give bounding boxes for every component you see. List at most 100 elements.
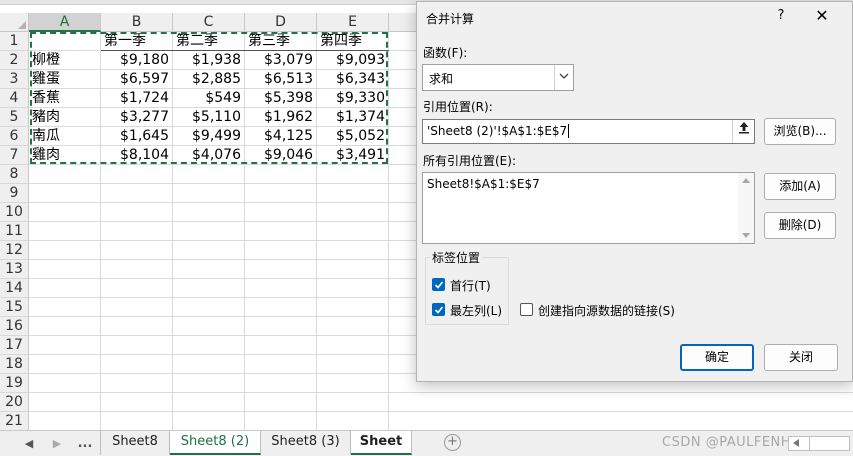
tab-sheet8[interactable]: Sheet8 xyxy=(100,431,170,455)
row-header[interactable]: 14 xyxy=(0,279,29,298)
left-column-label[interactable]: 最左列(L) xyxy=(450,302,502,319)
cell-c7[interactable]: $4,076 xyxy=(173,146,245,165)
cell-d7[interactable]: $9,046 xyxy=(245,146,317,165)
row-header[interactable]: 11 xyxy=(0,222,29,241)
cell-c6[interactable]: $9,499 xyxy=(173,127,245,146)
cell-d4[interactable]: $5,398 xyxy=(245,89,317,108)
next-sheet-icon[interactable]: ▶ xyxy=(50,434,64,454)
browse-button[interactable]: 浏览(B)... xyxy=(764,118,836,145)
cell-b2[interactable]: $9,180 xyxy=(101,51,173,70)
row-header[interactable]: 16 xyxy=(0,317,29,336)
row-header[interactable]: 21 xyxy=(0,412,29,430)
row-header[interactable]: 7 xyxy=(0,146,29,165)
cell-d5[interactable]: $1,962 xyxy=(245,108,317,127)
prev-sheet-icon[interactable]: ◀ xyxy=(22,434,36,454)
consolidate-dialog: 合并计算 ? ✕ 函数(F): 求和 引用位置(R): 'Sheet8 (2)'… xyxy=(416,1,853,382)
cell-b7[interactable]: $8,104 xyxy=(101,146,173,165)
row-header[interactable]: 5 xyxy=(0,108,29,127)
row-header[interactable]: 20 xyxy=(0,393,29,412)
row-header[interactable]: 6 xyxy=(0,127,29,146)
scroll-down-icon[interactable] xyxy=(742,233,750,238)
cell-e5[interactable]: $1,374 xyxy=(317,108,389,127)
close-icon[interactable]: ✕ xyxy=(813,6,831,25)
tab-sheet8-2[interactable]: Sheet8 (2) xyxy=(170,431,261,455)
link-source-checkbox[interactable] xyxy=(520,303,533,316)
cell-e6[interactable]: $5,052 xyxy=(317,127,389,146)
cell-a3[interactable]: 雞蛋 xyxy=(29,70,101,89)
add-sheet-icon[interactable]: + xyxy=(444,434,461,451)
tab-sheet8-3[interactable]: Sheet8 (3) xyxy=(261,431,351,455)
more-sheets-button[interactable]: ... xyxy=(76,434,94,454)
column-header-d[interactable]: D xyxy=(245,13,317,32)
cell-e1[interactable]: 第四季 xyxy=(317,32,389,51)
help-button[interactable]: ? xyxy=(773,8,789,23)
close-button[interactable]: 关闭 xyxy=(764,344,838,371)
row-header[interactable]: 8 xyxy=(0,165,29,184)
reference-input-value: 'Sheet8 (2)'!$A$1:$E$7 xyxy=(427,124,570,138)
top-row-label[interactable]: 首行(T) xyxy=(450,277,491,294)
scroll-up-icon[interactable] xyxy=(742,178,750,183)
row-header[interactable]: 4 xyxy=(0,89,29,108)
reference-input[interactable]: 'Sheet8 (2)'!$A$1:$E$7 xyxy=(422,119,755,144)
list-scrollbar[interactable] xyxy=(738,173,754,243)
cell-e2[interactable]: $9,093 xyxy=(317,51,389,70)
cell-a7[interactable]: 雞肉 xyxy=(29,146,101,165)
cell-e7[interactable]: $3,491 xyxy=(317,146,389,165)
row-header[interactable]: 17 xyxy=(0,336,29,355)
cell-b4[interactable]: $1,724 xyxy=(101,89,173,108)
chevron-down-icon[interactable] xyxy=(554,65,573,90)
scroll-left-icon[interactable] xyxy=(793,439,799,447)
gridline xyxy=(29,392,853,393)
column-header-a[interactable]: A xyxy=(29,13,101,32)
row-header[interactable]: 2 xyxy=(0,51,29,70)
cell-e4[interactable]: $9,330 xyxy=(317,89,389,108)
cell-c3[interactable]: $2,885 xyxy=(173,70,245,89)
column-header-c[interactable]: C xyxy=(173,13,245,32)
all-references-list[interactable]: Sheet8!$A$1:$E$7 xyxy=(422,172,755,244)
horizontal-scrollbar[interactable] xyxy=(788,436,850,451)
ok-button[interactable]: 确定 xyxy=(680,344,754,371)
collapse-dialog-icon[interactable] xyxy=(732,120,754,143)
watermark-text: CSDN @PAULFENHUI xyxy=(662,435,806,450)
row-header[interactable]: 13 xyxy=(0,260,29,279)
row-header[interactable]: 1 xyxy=(0,32,29,51)
cell-d3[interactable]: $6,513 xyxy=(245,70,317,89)
cell-c5[interactable]: $5,110 xyxy=(173,108,245,127)
cell-a6[interactable]: 南瓜 xyxy=(29,127,101,146)
list-item[interactable]: Sheet8!$A$1:$E$7 xyxy=(427,177,540,191)
cell-c1[interactable]: 第二季 xyxy=(173,32,245,51)
row-header[interactable]: 9 xyxy=(0,184,29,203)
link-source-label[interactable]: 创建指向源数据的链接(S) xyxy=(538,302,675,319)
row-header[interactable]: 18 xyxy=(0,355,29,374)
cell-c2[interactable]: $1,938 xyxy=(173,51,245,70)
cell-d2[interactable]: $3,079 xyxy=(245,51,317,70)
row-header[interactable]: 15 xyxy=(0,298,29,317)
row-header[interactable]: 10 xyxy=(0,203,29,222)
row-header[interactable]: 19 xyxy=(0,374,29,393)
column-header-b[interactable]: B xyxy=(101,13,173,32)
tab-sheet[interactable]: Sheet xyxy=(351,431,412,455)
cell-b5[interactable]: $3,277 xyxy=(101,108,173,127)
function-select-value: 求和 xyxy=(429,72,454,86)
cell-e3[interactable]: $6,343 xyxy=(317,70,389,89)
cell-a5[interactable]: 豬肉 xyxy=(29,108,101,127)
add-button[interactable]: 添加(A) xyxy=(764,173,836,200)
cell-d6[interactable]: $4,125 xyxy=(245,127,317,146)
sheet-tab-bar: ◀ ▶ ... Sheet8 Sheet8 (2) Sheet8 (3) She… xyxy=(0,430,853,456)
cell-a2[interactable]: 柳橙 xyxy=(29,51,101,70)
column-header-e[interactable]: E xyxy=(317,13,389,32)
cell-a4[interactable]: 香蕉 xyxy=(29,89,101,108)
row-header[interactable]: 12 xyxy=(0,241,29,260)
top-row-checkbox[interactable] xyxy=(432,278,445,291)
row-header[interactable]: 3 xyxy=(0,70,29,89)
left-column-checkbox[interactable] xyxy=(432,303,445,316)
function-select[interactable]: 求和 xyxy=(422,64,574,91)
cell-b1[interactable]: 第一季 xyxy=(101,32,173,51)
cell-d1[interactable]: 第三季 xyxy=(245,32,317,51)
cell-b3[interactable]: $6,597 xyxy=(101,70,173,89)
select-all-corner[interactable] xyxy=(0,13,29,32)
cell-c4[interactable]: $549 xyxy=(173,89,245,108)
function-label: 函数(F): xyxy=(423,46,468,60)
cell-b6[interactable]: $1,645 xyxy=(101,127,173,146)
delete-button[interactable]: 删除(D) xyxy=(764,212,836,239)
